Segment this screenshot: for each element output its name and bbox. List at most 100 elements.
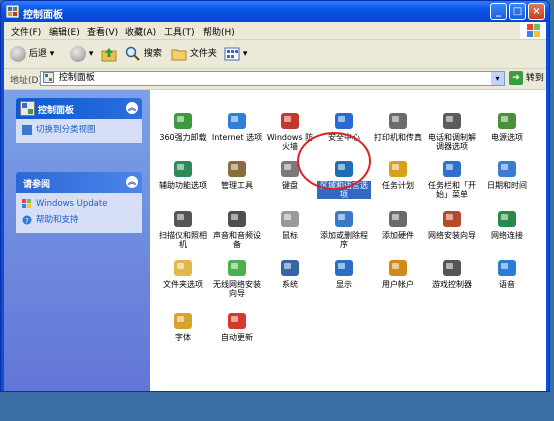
item-label: 扫描仪和照相机 (159, 231, 207, 249)
control-panel-item[interactable]: 用户帐户 (371, 257, 425, 289)
control-panel-item[interactable]: 360强力卸载 (156, 110, 210, 142)
back-label: 后退 (28, 49, 47, 59)
control-panel-item[interactable]: 无线网络安装向导 (210, 257, 264, 298)
windows-update-label: Windows Update (36, 199, 108, 209)
panel-header[interactable]: 控制面板 ︽ (16, 98, 142, 119)
up-folder-button[interactable] (101, 45, 117, 63)
views-icon (224, 47, 240, 60)
control-panel-item[interactable]: 电话和调制解调器选项 (425, 110, 479, 151)
highlight-circle (297, 132, 371, 190)
address-value: 控制面板 (58, 73, 95, 83)
control-panel-item[interactable]: 添加硬件 (371, 208, 425, 240)
views-button[interactable]: ▾ (224, 45, 247, 63)
see-also-title: 请参阅 (23, 180, 51, 190)
control-panel-item[interactable]: 鼠标 (263, 208, 317, 240)
taskbar-start-icon (443, 161, 461, 177)
forward-button[interactable]: ▾ (70, 45, 93, 63)
item-label: 声音和音频设备 (213, 231, 261, 249)
control-panel-item[interactable]: 网络安装向导 (425, 208, 479, 240)
control-panel-item[interactable]: 系统 (263, 257, 317, 289)
item-label: 鼠标 (282, 231, 298, 240)
address-field[interactable]: 控制面板 ▾ (40, 71, 505, 86)
menu-bar: 文件(F) 编辑(E) 查看(V) 收藏(A) 工具(T) 帮助(H) (4, 22, 546, 40)
menu-file[interactable]: 文件(F) (11, 25, 41, 38)
item-label: 网络连接 (491, 231, 523, 240)
control-panel-item[interactable]: 字体 (156, 310, 210, 342)
network-setup-icon (443, 211, 461, 227)
item-label: 添加或删除程序 (320, 231, 368, 249)
control-panel-item[interactable]: 任务计划 (371, 158, 425, 190)
window-title: 控制面板 (23, 10, 63, 21)
control-panel-item[interactable]: Internet 选项 (210, 110, 264, 142)
scanner-camera-icon (174, 211, 192, 227)
add-remove-programs-icon (335, 211, 353, 227)
item-label: 360强力卸载 (159, 133, 207, 142)
help-support-link[interactable]: ? 帮助和支持 (22, 213, 136, 229)
control-panel-task-panel: 控制面板 ︽ 切换到分类视图 (16, 98, 142, 143)
folders-button[interactable]: 文件夹 (171, 45, 217, 63)
speech-icon (498, 260, 516, 276)
item-label: 无线网络安装向导 (213, 280, 261, 298)
menu-help[interactable]: 帮助(H) (203, 25, 235, 38)
control-panel-item[interactable]: 打印机和传真 (371, 110, 425, 142)
control-panel-item[interactable]: 游戏控制器 (425, 257, 479, 289)
accessibility-icon (174, 161, 192, 177)
control-panel-item[interactable]: 语音 (480, 257, 534, 289)
back-button[interactable]: 后退 ▾ (10, 45, 54, 63)
windows-update-link[interactable]: Windows Update (22, 197, 136, 213)
item-label: 电话和调制解调器选项 (428, 133, 476, 151)
control-panel-item[interactable]: 管理工具 (210, 158, 264, 190)
control-panel-item[interactable]: 任务栏和「开始」菜单 (425, 158, 479, 199)
menu-view[interactable]: 查看(V) (87, 25, 118, 38)
windows-update-icon (22, 199, 31, 208)
switch-view-label: 切换到分类视图 (36, 125, 96, 135)
item-label: 辅助功能选项 (159, 181, 207, 190)
control-panel-item[interactable]: 显示 (317, 257, 371, 289)
go-arrow-icon: ➜ (509, 71, 523, 85)
go-button[interactable]: ➜ 转到 (509, 71, 544, 86)
item-label: 网络安装向导 (428, 231, 476, 240)
mouse-icon (281, 211, 299, 227)
search-button[interactable]: 搜索 (125, 45, 162, 63)
display-icon (335, 260, 353, 276)
fonts-icon (174, 313, 192, 329)
item-label: 游戏控制器 (432, 280, 472, 289)
control-panel-item[interactable]: 添加或删除程序 (317, 208, 371, 249)
phone-modem-icon (443, 113, 461, 129)
item-label: 文件夹选项 (163, 280, 203, 289)
close-button[interactable]: × (528, 3, 545, 20)
menu-edit[interactable]: 编辑(E) (49, 25, 80, 38)
see-also-header[interactable]: 请参阅 ︽ (16, 172, 142, 193)
window-client: 文件(F) 编辑(E) 查看(V) 收藏(A) 工具(T) 帮助(H) 后退 ▾… (4, 22, 546, 391)
menu-tools[interactable]: 工具(T) (164, 25, 195, 38)
address-dropdown-icon[interactable]: ▾ (491, 72, 504, 85)
control-panel-item[interactable]: 电源选项 (480, 110, 534, 142)
category-view-icon (22, 125, 32, 135)
user-accounts-icon (389, 260, 407, 276)
svg-text:?: ? (25, 217, 29, 225)
collapse-chevron-icon[interactable]: ︽ (126, 102, 138, 114)
minimize-button[interactable]: _ (490, 3, 507, 20)
title-bar[interactable]: 控制面板 _ □ × (1, 1, 549, 22)
date-time-icon (498, 161, 516, 177)
menu-favorites[interactable]: 收藏(A) (125, 25, 156, 38)
control-panel-item[interactable]: 辅助功能选项 (156, 158, 210, 190)
collapse-chevron-icon[interactable]: ︽ (126, 176, 138, 188)
automatic-updates-icon (228, 313, 246, 329)
item-label: Internet 选项 (211, 133, 263, 142)
control-panel-item[interactable]: 自动更新 (210, 310, 264, 342)
item-label: 自动更新 (221, 333, 253, 342)
switch-category-view-link[interactable]: 切换到分类视图 (22, 123, 136, 139)
item-label: 打印机和传真 (374, 133, 422, 142)
internet-options-icon (228, 113, 246, 129)
control-panel-item[interactable]: 网络连接 (480, 208, 534, 240)
control-panel-item[interactable]: 文件夹选项 (156, 257, 210, 289)
item-label: 日期和时间 (487, 181, 527, 190)
control-panel-window: 控制面板 _ □ × 文件(F) 编辑(E) 查看(V) 收藏(A) 工具(T)… (0, 0, 550, 392)
maximize-button[interactable]: □ (509, 3, 526, 20)
360-uninstall-icon (174, 113, 192, 129)
control-panel-item[interactable]: 扫描仪和照相机 (156, 208, 210, 249)
admin-tools-icon (228, 161, 246, 177)
control-panel-item[interactable]: 日期和时间 (480, 158, 534, 190)
control-panel-item[interactable]: 声音和音频设备 (210, 208, 264, 249)
